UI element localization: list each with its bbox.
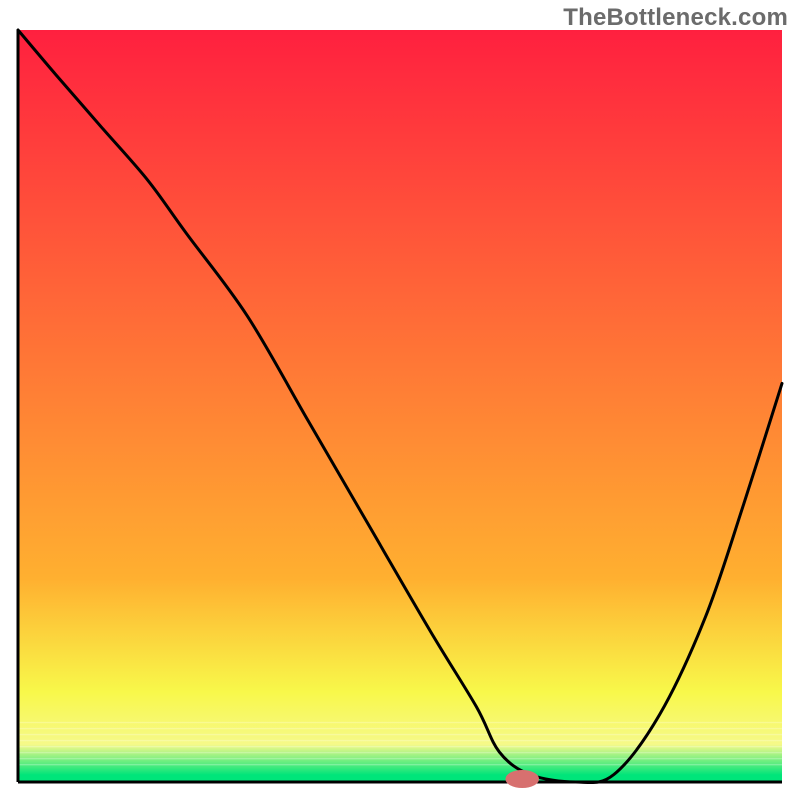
bottleneck-chart: [0, 0, 800, 800]
optimal-marker: [505, 770, 539, 788]
chart-canvas: TheBottleneck.com: [0, 0, 800, 800]
watermark-text: TheBottleneck.com: [563, 4, 788, 32]
background-gradient: [18, 30, 782, 783]
